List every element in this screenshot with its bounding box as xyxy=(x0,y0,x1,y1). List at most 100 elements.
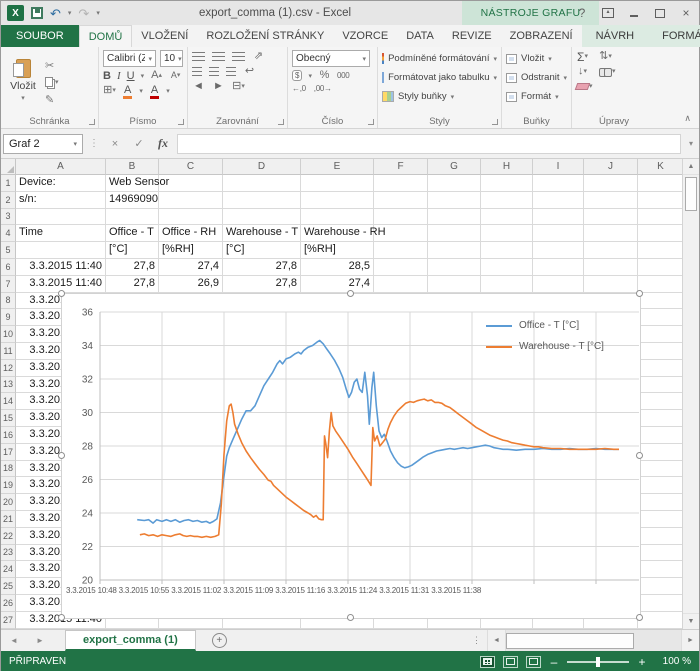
cell-D2[interactable] xyxy=(223,192,301,209)
chart-resize-handle[interactable] xyxy=(636,452,643,459)
percent-format-button[interactable]: % xyxy=(318,69,331,82)
hscroll-track[interactable] xyxy=(505,630,681,651)
cell-I4[interactable] xyxy=(533,225,584,242)
fill-color-button[interactable]: A xyxy=(123,84,132,96)
dialog-launcher-icon[interactable] xyxy=(89,119,95,125)
conditional-formatting-button[interactable]: Podmíněné formátování ▾ xyxy=(382,50,497,67)
align-bottom-icon[interactable] xyxy=(232,52,245,61)
row-header-14[interactable]: 14 xyxy=(1,393,16,410)
row-header-26[interactable]: 26 xyxy=(1,595,16,612)
cell-J5[interactable] xyxy=(584,242,638,259)
cell-J7[interactable] xyxy=(584,276,638,293)
sheet-nav-left-icon[interactable]: ◄ xyxy=(1,630,27,651)
cell-K8[interactable] xyxy=(638,293,684,310)
enter-button[interactable]: ✓ xyxy=(129,137,149,150)
dialog-launcher-icon[interactable] xyxy=(278,119,284,125)
find-select-button[interactable]: ▾ xyxy=(599,65,616,78)
tab-review[interactable]: REVIZE xyxy=(443,25,501,47)
sort-filter-button[interactable]: ⇅▾ xyxy=(599,50,612,63)
cell-I2[interactable] xyxy=(533,192,584,209)
cell-C3[interactable] xyxy=(159,209,223,226)
cell-E5[interactable]: [%RH] xyxy=(301,242,374,259)
vertical-scroll-thumb[interactable] xyxy=(685,177,697,211)
borders-button[interactable]: ⊞▾ xyxy=(103,84,116,97)
insert-cells-button[interactable]: Vložit ▾ xyxy=(506,50,567,67)
cell-F3[interactable] xyxy=(374,209,428,226)
cell-F4[interactable] xyxy=(374,225,428,242)
row-header-19[interactable]: 19 xyxy=(1,477,16,494)
column-header-C[interactable]: C xyxy=(159,159,223,175)
increase-indent-button[interactable]: ► xyxy=(212,80,225,93)
cell-K5[interactable] xyxy=(638,242,684,259)
column-header-K[interactable]: K xyxy=(638,159,684,175)
cell-K11[interactable] xyxy=(638,343,684,360)
undo-button[interactable]: ↶ xyxy=(50,7,61,20)
tab-formulas[interactable]: VZORCE xyxy=(333,25,397,47)
embedded-chart[interactable]: 202224262830323436 3.3.2015 10:483.3.201… xyxy=(61,293,641,619)
zoom-out-button[interactable]: – xyxy=(549,655,559,669)
number-format-combo[interactable]: Obecný▾ xyxy=(292,50,370,67)
row-header-24[interactable]: 24 xyxy=(1,561,16,578)
cell-G1[interactable] xyxy=(428,175,481,192)
chart-resize-handle[interactable] xyxy=(58,452,65,459)
cell-A5[interactable] xyxy=(16,242,106,259)
column-header-H[interactable]: H xyxy=(481,159,533,175)
tab-file[interactable]: SOUBOR xyxy=(1,25,79,47)
cell-F7[interactable] xyxy=(374,276,428,293)
cell-B5[interactable]: [°C] xyxy=(106,242,159,259)
row-header-5[interactable]: 5 xyxy=(1,242,16,259)
row-header-7[interactable]: 7 xyxy=(1,276,16,293)
cell-H3[interactable] xyxy=(481,209,533,226)
zoom-in-button[interactable]: + xyxy=(637,655,647,669)
clear-button[interactable]: ▾ xyxy=(576,80,593,93)
grow-font-button[interactable]: A▴ xyxy=(150,69,163,82)
cell-K18[interactable] xyxy=(638,461,684,478)
zoom-level[interactable]: 100 % xyxy=(655,656,691,667)
row-header-16[interactable]: 16 xyxy=(1,427,16,444)
cell-I7[interactable] xyxy=(533,276,584,293)
cell-A1[interactable]: Device: xyxy=(16,175,106,192)
cell-E7[interactable]: 27,4 xyxy=(301,276,374,293)
row-header-10[interactable]: 10 xyxy=(1,326,16,343)
cell-K2[interactable] xyxy=(638,192,684,209)
row-header-17[interactable]: 17 xyxy=(1,444,16,461)
tab-insert[interactable]: VLOŽENÍ xyxy=(132,25,197,47)
chart-resize-handle[interactable] xyxy=(58,614,65,621)
cell-G4[interactable] xyxy=(428,225,481,242)
excel-app-icon[interactable]: X xyxy=(7,5,24,21)
font-name-combo[interactable]: Calibri (Zákla▾ xyxy=(103,50,156,67)
align-middle-icon[interactable] xyxy=(212,52,225,61)
row-header-12[interactable]: 12 xyxy=(1,360,16,377)
ribbon-display-options-button[interactable]: ▴ xyxy=(595,2,621,24)
autosum-button[interactable]: Σ▾ xyxy=(576,50,589,63)
cell-B3[interactable] xyxy=(106,209,159,226)
font-size-combo[interactable]: 10▾ xyxy=(160,50,183,67)
cell-K16[interactable] xyxy=(638,427,684,444)
cell-A3[interactable] xyxy=(16,209,106,226)
zoom-slider-thumb[interactable] xyxy=(596,657,600,667)
chart-resize-handle[interactable] xyxy=(347,290,354,297)
cell-H6[interactable] xyxy=(481,259,533,276)
align-top-icon[interactable] xyxy=(192,52,205,61)
cell-K20[interactable] xyxy=(638,494,684,511)
cell-H7[interactable] xyxy=(481,276,533,293)
tab-view[interactable]: ZOBRAZENÍ xyxy=(501,25,582,47)
cell-B2[interactable]: 14969090 xyxy=(106,192,159,209)
cell-D5[interactable]: [°C] xyxy=(223,242,301,259)
cell-E1[interactable] xyxy=(301,175,374,192)
column-header-J[interactable]: J xyxy=(584,159,638,175)
cell-K26[interactable] xyxy=(638,595,684,612)
align-right-icon[interactable] xyxy=(226,67,236,76)
hscroll-right-icon[interactable]: ► xyxy=(681,630,699,651)
italic-button[interactable]: I xyxy=(117,70,121,82)
row-header-6[interactable]: 6 xyxy=(1,259,16,276)
align-left-icon[interactable] xyxy=(192,67,202,76)
row-header-22[interactable]: 22 xyxy=(1,528,16,545)
cell-D4[interactable]: Warehouse - T xyxy=(223,225,301,242)
format-as-table-button[interactable]: Formátovat jako tabulku ▾ xyxy=(382,69,497,86)
cell-K6[interactable] xyxy=(638,259,684,276)
cell-D7[interactable]: 27,8 xyxy=(223,276,301,293)
cell-K10[interactable] xyxy=(638,326,684,343)
help-button[interactable]: ? xyxy=(569,2,595,24)
copy-button[interactable]: ▾ xyxy=(45,76,59,89)
